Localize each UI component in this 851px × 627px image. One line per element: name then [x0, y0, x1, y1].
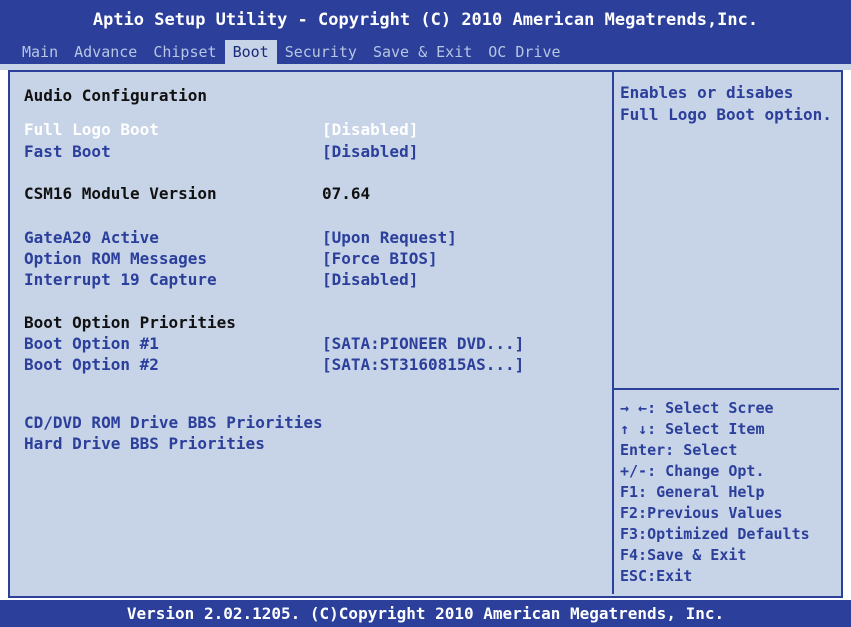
interrupt19-value[interactable]: [Disabled] — [322, 270, 418, 289]
tab-boot[interactable]: Boot — [224, 40, 277, 64]
tab-advance[interactable]: Advance — [66, 40, 145, 64]
fast-boot-value[interactable]: [Disabled] — [322, 142, 418, 161]
boot-option-2-label[interactable]: Boot Option #2 — [24, 355, 159, 374]
tab-save-exit[interactable]: Save & Exit — [365, 40, 480, 64]
boot-option-2-value[interactable]: [SATA:ST3160815AS...] — [322, 355, 524, 374]
key-previous-values: F2:Previous Values — [620, 504, 783, 522]
footer-bar: Version 2.02.1205. (C)Copyright 2010 Ame… — [0, 600, 851, 627]
full-logo-boot-label[interactable]: Full Logo Boot — [24, 120, 159, 139]
title-bar: Aptio Setup Utility - Copyright (C) 2010… — [0, 0, 851, 40]
key-select-screen: → ←: Select Scree — [620, 399, 774, 417]
cd-dvd-bbs-priorities[interactable]: CD/DVD ROM Drive BBS Priorities — [24, 413, 323, 432]
tab-oc-drive[interactable]: OC Drive — [480, 40, 568, 64]
tab-security[interactable]: Security — [277, 40, 365, 64]
gatea20-label[interactable]: GateA20 Active — [24, 228, 159, 247]
audio-config-heading: Audio Configuration — [24, 86, 208, 105]
tab-main[interactable]: Main — [14, 40, 66, 64]
help-text: Enables or disabes Full Logo Boot option… — [620, 83, 832, 124]
app-title: Aptio Setup Utility - Copyright (C) 2010… — [92, 10, 759, 30]
option-rom-label[interactable]: Option ROM Messages — [24, 249, 207, 268]
interrupt19-label[interactable]: Interrupt 19 Capture — [24, 270, 217, 289]
help-divider — [614, 388, 839, 390]
key-legend: → ←: Select Scree ↑ ↓: Select Item Enter… — [620, 398, 836, 587]
version-text: Version 2.02.1205. (C)Copyright 2010 Ame… — [126, 604, 725, 623]
key-change-opt: +/-: Change Opt. — [620, 462, 765, 480]
full-logo-boot-value[interactable]: [Disabled] — [322, 120, 418, 139]
key-select-item: ↑ ↓: Select Item — [620, 420, 765, 438]
fast-boot-label[interactable]: Fast Boot — [24, 142, 111, 161]
csm16-label: CSM16 Module Version — [24, 184, 217, 203]
menu-bar: Main Advance Chipset Boot Security Save … — [0, 40, 851, 64]
boot-priorities-heading: Boot Option Priorities — [24, 313, 236, 332]
main-content: Audio Configuration Full Logo Boot [Disa… — [8, 70, 843, 598]
key-save-exit: F4:Save & Exit — [620, 546, 747, 564]
key-esc-exit: ESC:Exit — [620, 567, 693, 585]
key-enter-select: Enter: Select — [620, 441, 738, 459]
boot-option-1-value[interactable]: [SATA:PIONEER DVD...] — [322, 334, 524, 353]
boot-option-1-label[interactable]: Boot Option #1 — [24, 334, 159, 353]
gatea20-value[interactable]: [Upon Request] — [322, 228, 457, 247]
tab-chipset[interactable]: Chipset — [145, 40, 224, 64]
hard-drive-bbs-priorities[interactable]: Hard Drive BBS Priorities — [24, 434, 265, 453]
key-general-help: F1: General Help — [620, 483, 765, 501]
key-optimized-defaults: F3:Optimized Defaults — [620, 525, 810, 543]
csm16-value: 07.64 — [322, 184, 371, 203]
option-rom-value[interactable]: [Force BIOS] — [322, 249, 438, 268]
panel-divider — [612, 70, 614, 594]
